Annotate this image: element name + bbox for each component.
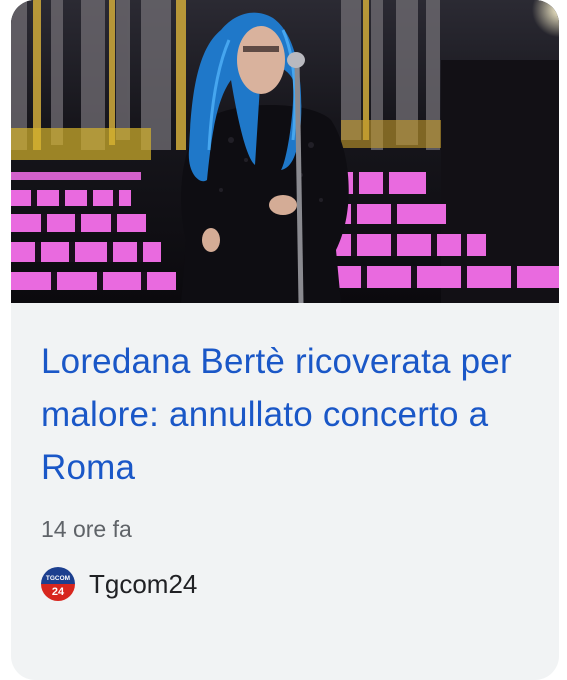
svg-text:TGCOM: TGCOM	[46, 575, 70, 582]
article-thumbnail[interactable]	[11, 0, 559, 303]
svg-text:24: 24	[52, 586, 65, 598]
source-row[interactable]: TGCOM 24 Tgcom24	[41, 567, 529, 601]
news-card[interactable]: Loredana Bertè ricoverata per malore: an…	[11, 0, 559, 680]
published-time: 14 ore fa	[41, 516, 132, 542]
article-headline[interactable]: Loredana Bertè ricoverata per malore: an…	[41, 335, 529, 494]
stage-photo	[11, 0, 559, 303]
source-name[interactable]: Tgcom24	[89, 569, 197, 600]
tgcom24-logo-icon: TGCOM 24	[41, 567, 75, 601]
